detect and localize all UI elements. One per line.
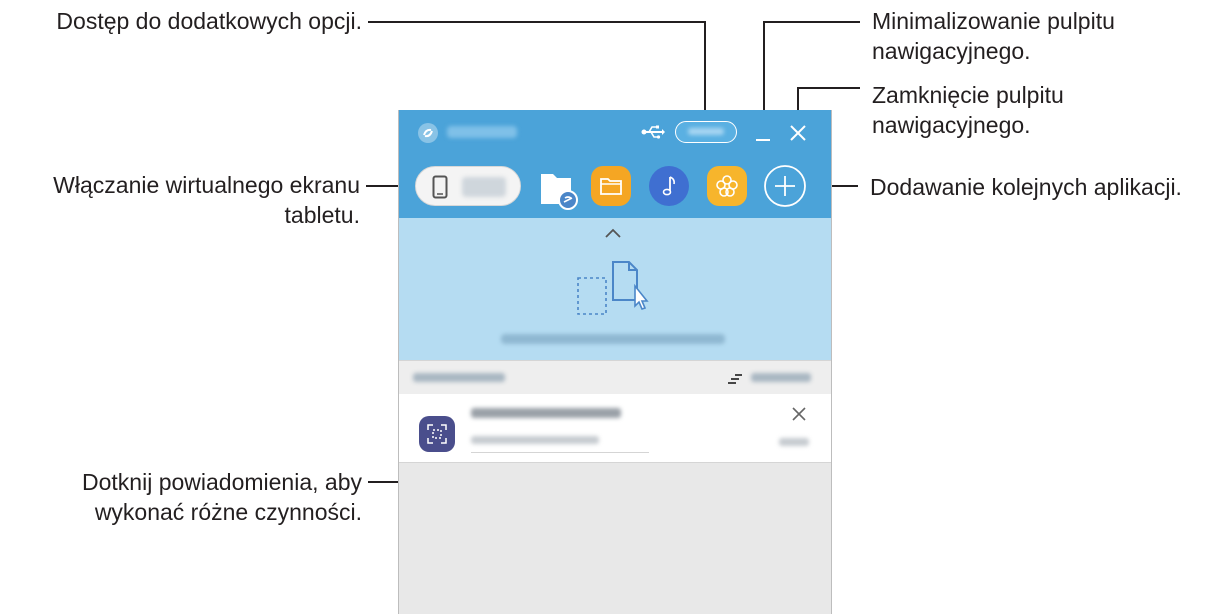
minimize-icon[interactable] — [755, 124, 771, 142]
notification-time-blurred — [779, 438, 809, 446]
callout-tablet: Włączanie wirtualnego ekranu tabletu. — [0, 170, 360, 230]
notifications-title-blurred — [413, 373, 505, 382]
panel-app-bar — [399, 158, 831, 218]
notification-underline — [471, 452, 649, 453]
callout-tablet-line1: Włączanie wirtualnego ekranu — [53, 172, 360, 198]
close-icon[interactable] — [789, 124, 807, 142]
callout-tablet-line2: tabletu. — [284, 202, 360, 228]
panel-top-bar — [399, 110, 831, 158]
chevron-up-icon[interactable] — [603, 226, 623, 238]
callout-notification: Dotknij powiadomienia, aby wykonać różne… — [0, 467, 362, 527]
notification-body-blurred — [471, 436, 599, 444]
notification-title-blurred — [471, 408, 621, 418]
line-more-options — [368, 21, 706, 124]
device-name-blurred — [447, 126, 517, 138]
notification-item[interactable] — [399, 394, 831, 463]
clear-all-blurred[interactable] — [751, 373, 811, 382]
flow-logo-icon — [417, 122, 439, 144]
phone-icon — [432, 175, 448, 199]
callout-notification-line2: wykonać różne czynności. — [94, 499, 362, 525]
file-drop-icon — [575, 256, 655, 322]
plus-icon[interactable] — [763, 164, 807, 208]
callout-minimize: Minimalizowanie pulpitu nawigacyjnego. — [872, 6, 1115, 66]
virtual-tablet-toggle[interactable] — [415, 166, 521, 206]
drag-drop-area[interactable] — [399, 218, 831, 360]
sort-icon[interactable] — [727, 372, 743, 384]
screenshot-icon — [419, 416, 455, 452]
flow-navigation-panel — [398, 110, 832, 614]
line-close — [797, 87, 860, 110]
more-options-button[interactable] — [675, 121, 737, 143]
callout-close-line1: Zamknięcie pulpitu — [872, 82, 1064, 108]
drop-hint-blurred — [501, 334, 725, 344]
shared-folder-icon[interactable] — [537, 168, 579, 210]
toggle-label-blurred — [462, 177, 506, 197]
close-icon[interactable] — [791, 406, 807, 422]
callout-more-options: Dostęp do dodatkowych opcji. — [56, 8, 362, 34]
folder-icon[interactable] — [591, 166, 631, 206]
callout-minimize-line1: Minimalizowanie pulpitu — [872, 8, 1115, 34]
notifications-header — [399, 360, 831, 395]
callout-notification-line1: Dotknij powiadomienia, aby — [82, 469, 362, 495]
music-note-icon[interactable] — [649, 166, 689, 206]
callout-close-line2: nawigacyjnego. — [872, 112, 1031, 138]
callout-add-apps: Dodawanie kolejnych aplikacji. — [870, 174, 1182, 200]
usb-icon — [641, 124, 665, 140]
callout-minimize-line2: nawigacyjnego. — [872, 38, 1031, 64]
flower-icon[interactable] — [707, 166, 747, 206]
callout-close: Zamknięcie pulpitu nawigacyjnego. — [872, 80, 1064, 140]
